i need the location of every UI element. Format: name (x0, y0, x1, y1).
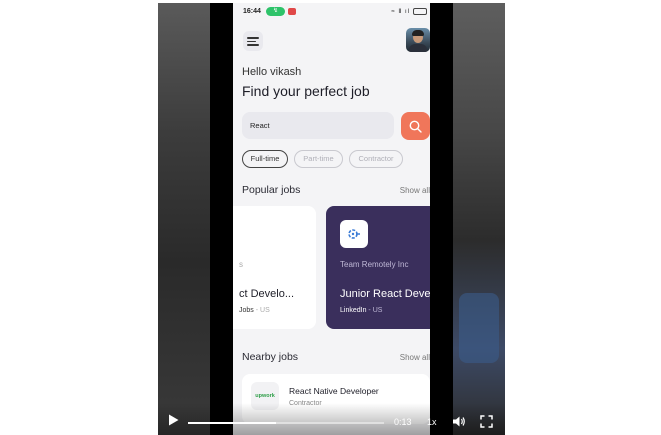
company-logo (340, 220, 368, 248)
video-player[interactable]: 16:44 ↯ ≈ Ⅱ ıl Hello vikash Find your pe… (158, 3, 505, 435)
video-page: 16:44 ↯ ≈ Ⅱ ıl Hello vikash Find your pe… (0, 0, 661, 435)
recording-icon (288, 8, 296, 15)
job-title: ct Develo... (239, 288, 295, 300)
player-controls: 0:13 1x (158, 403, 505, 435)
blurred-background-left (158, 3, 210, 435)
job-source: LinkedIn (340, 307, 367, 314)
letterbox-left (210, 3, 233, 435)
job-title: React Native Developer (289, 386, 379, 396)
search-input[interactable]: React (242, 112, 394, 139)
avatar[interactable] (406, 28, 430, 52)
job-card[interactable]: s ct Develo... Jobs - US (233, 206, 316, 329)
greeting: Hello vikash (242, 66, 302, 78)
job-title: Junior React Deve (340, 288, 430, 300)
menu-button[interactable] (243, 31, 263, 51)
blurred-background-right (453, 3, 505, 435)
filter-contractor[interactable]: Contractor (349, 150, 403, 168)
fullscreen-icon[interactable] (480, 415, 493, 428)
team-remotely-logo-icon (348, 229, 360, 239)
job-source: Jobs (239, 307, 254, 314)
letterbox-right (430, 3, 453, 435)
job-meta: Jobs - US (239, 307, 270, 314)
job-location: - US (368, 307, 383, 314)
phone-screen: 16:44 ↯ ≈ Ⅱ ıl Hello vikash Find your pe… (233, 3, 430, 435)
nearby-jobs-title: Nearby jobs (242, 351, 299, 363)
job-company: Team Remotely Inc (340, 260, 409, 269)
popular-jobs-title: Popular jobs (242, 184, 301, 196)
nearby-show-all-link[interactable]: Show all (400, 353, 430, 362)
status-pill: ↯ (266, 7, 285, 16)
volume-icon[interactable] (452, 415, 466, 428)
battery-icon (413, 8, 427, 15)
page-title: Find your perfect job (242, 83, 370, 99)
progress-fill (188, 422, 277, 424)
search-button[interactable] (401, 112, 430, 140)
playback-speed-button[interactable]: 1x (427, 417, 437, 427)
status-bar: 16:44 ↯ ≈ Ⅱ ıl (233, 3, 430, 21)
menu-icon (247, 37, 259, 39)
job-card-featured[interactable]: Team Remotely Inc Junior React Deve Link… (326, 206, 430, 329)
job-location: - US (255, 307, 270, 314)
progress-bar[interactable] (188, 422, 384, 424)
current-time: 0:13 (394, 417, 412, 427)
play-icon[interactable] (168, 414, 179, 426)
filter-full-time[interactable]: Full-time (242, 150, 288, 168)
search-icon (409, 120, 422, 133)
signal-icons: ≈ Ⅱ ıl (391, 9, 410, 15)
popular-show-all-link[interactable]: Show all (400, 186, 430, 195)
status-time: 16:44 (243, 8, 261, 15)
job-meta: LinkedIn - US (340, 307, 382, 314)
filter-part-time[interactable]: Part-time (294, 150, 343, 168)
job-company: s (239, 260, 243, 269)
